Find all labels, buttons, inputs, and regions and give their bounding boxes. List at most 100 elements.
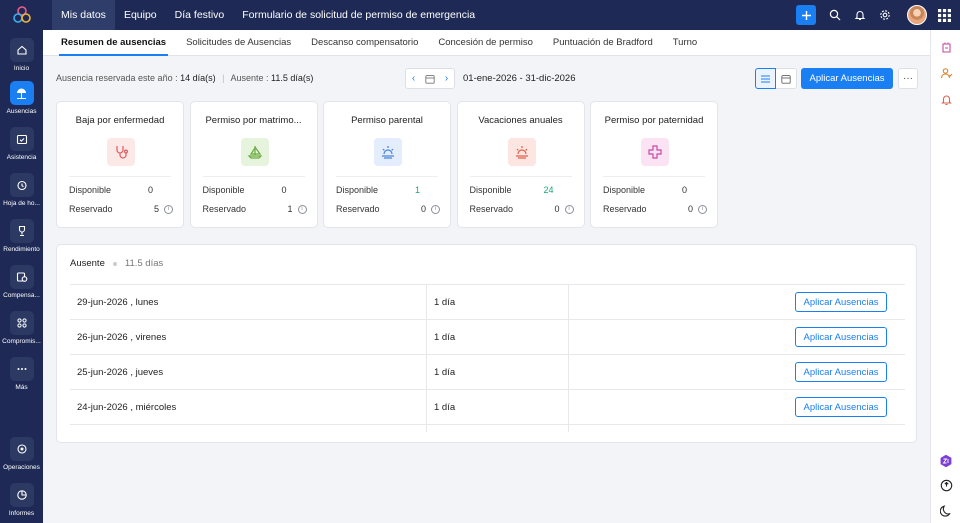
info-icon[interactable]: i	[164, 204, 173, 214]
card-divider	[69, 176, 171, 177]
sidebar-item-mas[interactable]: Más	[0, 357, 43, 391]
date-navigator: ‹ › 01-ene-2026 - 31-dic-2026	[405, 68, 576, 89]
search-icon[interactable]	[825, 5, 845, 25]
available-value: 0	[147, 185, 153, 195]
info-icon[interactable]: i	[431, 204, 440, 214]
tab-solicitudes-ausencias[interactable]: Solicitudes de Ausencias	[176, 30, 301, 56]
leave-card-vacaciones[interactable]: Vacaciones anuales Disponible 24 Reserva…	[456, 101, 585, 228]
table-row: 24-jun-2026 , miércoles 1 día Aplicar Au…	[70, 390, 905, 425]
tab-resumen-ausencias[interactable]: Resumen de ausencias	[51, 30, 176, 56]
app-logo-icon[interactable]	[11, 5, 33, 25]
leave-card-parental[interactable]: Permiso parental Disponible 1 Reservado …	[323, 101, 451, 228]
bell-icon[interactable]	[850, 5, 870, 25]
card-available-row: Disponible 0	[69, 185, 173, 195]
table-row-partial	[70, 425, 905, 432]
reserved-value: 1	[287, 204, 293, 214]
sidebar-label: Operaciones	[3, 464, 40, 471]
leave-card-baja-enfermedad[interactable]: Baja por enfermedad Disponible 0 Reserva…	[56, 101, 184, 228]
card-reserved-row: Reservado 5 i	[69, 204, 173, 214]
reserved-label: Reservado	[202, 204, 247, 214]
settings-icon[interactable]	[875, 5, 895, 25]
card-available-row: Disponible 24	[470, 185, 574, 195]
sidebar-item-rendimiento[interactable]: Rendimiento	[0, 219, 43, 253]
card-reserved-row: Reservado 0 i	[470, 204, 574, 214]
sidebar-item-hoja-de-horas[interactable]: Hoja de ho...	[0, 173, 43, 207]
available-value: 1	[414, 185, 420, 195]
apps-grid-icon[interactable]	[934, 5, 954, 25]
calendar-view-icon[interactable]	[776, 68, 797, 89]
sidebar-label: Inicio	[13, 65, 30, 72]
leave-request-icon[interactable]	[938, 39, 954, 55]
info-icon[interactable]: i	[564, 204, 574, 214]
topnav-equipo[interactable]: Equipo	[115, 0, 166, 30]
sidebar-item-ausencias[interactable]: Ausencias	[0, 81, 43, 115]
more-options-button[interactable]: ···	[898, 68, 918, 89]
engagement-icon	[9, 311, 34, 335]
chevron-right-icon[interactable]: ›	[439, 69, 454, 88]
row-action-cell: Aplicar Ausencias	[569, 355, 905, 389]
apply-leave-row-button[interactable]: Aplicar Ausencias	[795, 292, 887, 312]
chevron-left-icon[interactable]: ‹	[406, 69, 421, 88]
zia-badge-icon[interactable]	[938, 453, 954, 469]
card-divider	[603, 176, 705, 177]
card-available-row: Disponible 1	[336, 185, 440, 195]
topbar-actions	[796, 0, 960, 30]
info-icon[interactable]: i	[698, 204, 707, 214]
plus-icon[interactable]	[796, 5, 816, 25]
leave-type-cards: Baja por enfermedad Disponible 0 Reserva…	[56, 101, 724, 228]
card-reserved-row: Reservado 0 i	[603, 204, 707, 214]
leave-card-matrimonio[interactable]: Permiso por matrimo... Disponible 0 Rese…	[189, 101, 318, 228]
sidebar-item-compensacion[interactable]: Compensa...	[0, 265, 43, 299]
topnav-emergency-form[interactable]: Formulario de solicitud de permiso de em…	[233, 0, 484, 30]
apply-leave-button[interactable]: Aplicar Ausencias	[801, 68, 893, 89]
absent-section: Ausente 11.5 días 29-jun-2026 , lunes 1 …	[56, 244, 917, 443]
card-reserved-row: Reservado 0 i	[336, 204, 440, 214]
help-icon[interactable]	[938, 477, 954, 493]
dark-mode-icon[interactable]	[938, 502, 954, 518]
card-title: Permiso por matrimo...	[205, 115, 302, 126]
trophy-icon	[9, 219, 34, 243]
absent-value: 11.5 día(s)	[271, 73, 314, 83]
sidebar-item-asistencia[interactable]: Asistencia	[0, 127, 43, 161]
row-action-cell: Aplicar Ausencias	[569, 390, 905, 424]
available-label: Disponible	[336, 185, 379, 195]
sidebar-label: Compromis...	[2, 338, 41, 345]
info-icon[interactable]: i	[297, 204, 307, 214]
available-label: Disponible	[469, 185, 512, 195]
tab-puntuacion-bradford[interactable]: Puntuación de Bradford	[543, 30, 663, 56]
more-dots-icon	[9, 357, 34, 381]
top-bar: Mis datos Equipo Día festivo Formulario …	[0, 0, 960, 30]
date-nav-box: ‹ ›	[405, 68, 455, 89]
separator-dot	[112, 261, 117, 266]
bell-alert-icon[interactable]	[938, 91, 954, 107]
tab-turno[interactable]: Turno	[663, 30, 707, 56]
available-value: 0	[681, 185, 687, 195]
card-title: Baja por enfermedad	[75, 115, 165, 126]
timesheet-clock-icon	[9, 173, 34, 197]
apply-leave-row-button[interactable]: Aplicar Ausencias	[795, 327, 887, 347]
card-available-row: Disponible 0	[203, 185, 307, 195]
available-value: 24	[543, 185, 554, 195]
sidebar-item-compromiso[interactable]: Compromis...	[0, 311, 43, 345]
user-avatar[interactable]	[907, 5, 927, 25]
card-title: Vacaciones anuales	[478, 115, 563, 126]
apply-leave-row-button[interactable]: Aplicar Ausencias	[795, 397, 887, 417]
absent-duration: 1 día	[427, 355, 569, 389]
user-check-icon[interactable]	[938, 65, 954, 81]
sub-tabs: Resumen de ausencias Solicitudes de Ause…	[43, 30, 930, 56]
tab-concesion-permiso[interactable]: Concesión de permiso	[428, 30, 543, 56]
row-action-cell: Aplicar Ausencias	[569, 320, 905, 354]
apply-leave-row-button[interactable]: Aplicar Ausencias	[795, 362, 887, 382]
absent-duration: 1 día	[427, 285, 569, 319]
leave-card-paternidad[interactable]: Permiso por paternidad Disponible 0 Rese…	[590, 101, 718, 228]
compensation-icon	[9, 265, 34, 289]
list-view-icon[interactable]	[755, 68, 776, 89]
sidebar-item-informes[interactable]: Informes	[0, 483, 43, 517]
topnav-dia-festivo[interactable]: Día festivo	[166, 0, 234, 30]
topnav-mis-datos[interactable]: Mis datos	[52, 0, 115, 30]
sidebar-item-operaciones[interactable]: Operaciones	[0, 437, 43, 471]
tab-descanso-compensatorio[interactable]: Descanso compensatorio	[301, 30, 428, 56]
sidebar-item-inicio[interactable]: Inicio	[0, 38, 43, 72]
beach-umbrella-icon	[9, 81, 34, 105]
calendar-icon[interactable]	[421, 69, 439, 88]
